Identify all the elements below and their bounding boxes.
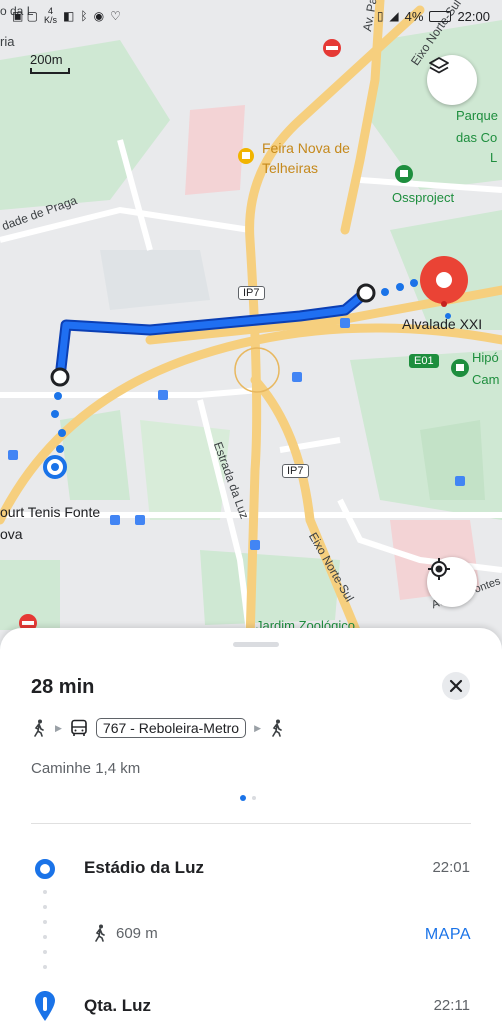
road-shield-ip7: IP7 [238, 286, 265, 300]
map-label-alvalade[interactable]: Alvalade XXI [402, 316, 482, 332]
poi-icon [451, 359, 469, 377]
chevron-right-icon: ▶ [55, 722, 62, 733]
page-dot-active [240, 795, 246, 801]
route-start-node [50, 367, 70, 387]
poi-icon [395, 165, 413, 183]
walk-distance: 609 m [116, 924, 158, 942]
bus-stop-pin-icon [35, 991, 55, 1021]
my-location-icon [428, 558, 450, 580]
map-label-hipo: Hipó [472, 350, 499, 365]
vibrate-icon: ▯ [376, 9, 384, 23]
map-label-hipo: Cam [472, 372, 500, 387]
walk-path-dots [43, 890, 47, 980]
signal-icon: ◢ [389, 9, 399, 23]
location-icon: ◉ [93, 9, 105, 23]
battery-percent: 4% [404, 8, 424, 24]
walking-icon [95, 924, 105, 942]
walking-icon [272, 719, 282, 737]
close-button[interactable] [442, 672, 470, 700]
no-entry-icon [323, 39, 341, 57]
road-shield-e01: E01 [409, 354, 439, 368]
my-location-button[interactable] [427, 557, 477, 607]
origin-stop-time: 22:01 [432, 859, 470, 876]
battery-icon [429, 10, 452, 22]
route-details-sheet[interactable]: 28 min ▶ 767 - Reboleira-Metro ▶ Caminhe… [0, 628, 502, 1024]
map-label: ria [0, 34, 15, 49]
walk-summary: Caminhe 1,4 km [31, 760, 141, 777]
page-dot [252, 796, 256, 800]
map-scale-bar [30, 68, 70, 74]
layers-button[interactable] [427, 55, 477, 105]
route-steps: ▶ 767 - Reboleira-Metro ▶ [31, 718, 285, 738]
route-end-node [356, 283, 376, 303]
map-link-button[interactable]: MAPA [425, 926, 471, 944]
bus-icon [71, 719, 87, 736]
walking-icon [34, 719, 44, 737]
divider [31, 823, 471, 824]
walk-leg: 609 m [92, 924, 158, 942]
heart-icon: ♡ [110, 9, 121, 23]
notification-icons: ▣ ▢ [12, 9, 39, 23]
nfc-icon: ◧ [63, 9, 75, 23]
map-label-feira-nova[interactable]: Telheiras [262, 160, 318, 176]
map-label-parque: L [490, 150, 498, 165]
map-label-parque: das Co [456, 130, 498, 145]
map-label-tenis: ova [0, 526, 23, 542]
route-duration: 28 min [31, 676, 95, 698]
next-stop-time: 22:11 [433, 997, 470, 1014]
map-label-tenis: ourt Tenis Fonte [0, 504, 101, 520]
close-icon [449, 679, 463, 693]
map-label-parque: Parque [456, 108, 498, 123]
map-label-ossproject[interactable]: Ossproject [392, 190, 454, 205]
origin-stop-icon [35, 859, 55, 879]
sheet-drag-handle[interactable] [233, 642, 279, 647]
shopping-poi-icon [238, 148, 254, 164]
origin-stop-name[interactable]: Estádio da Luz [84, 858, 204, 878]
chevron-right-icon: ▶ [254, 722, 262, 733]
bluetooth-icon: ᛒ [80, 9, 88, 23]
status-bar: ▣ ▢ 4 K/s ◧ ᛒ ◉ ♡ ▯ ◢ 4% 22:00 [0, 0, 502, 32]
bus-route-chip[interactable]: 767 - Reboleira-Metro [95, 718, 247, 738]
map-scale-label: 200m [30, 52, 63, 67]
page-indicator [240, 795, 256, 801]
network-speed: 4 K/s [44, 6, 58, 25]
clock: 22:00 [457, 8, 490, 24]
layers-icon [429, 57, 449, 74]
next-stop-name[interactable]: Qta. Luz [84, 996, 151, 1016]
map-view[interactable]: ria o da L Feira Nova de Telheiras Osspr… [0, 0, 502, 640]
map-label-feira-nova[interactable]: Feira Nova de [262, 140, 350, 156]
road-shield-ip7: IP7 [282, 464, 309, 478]
